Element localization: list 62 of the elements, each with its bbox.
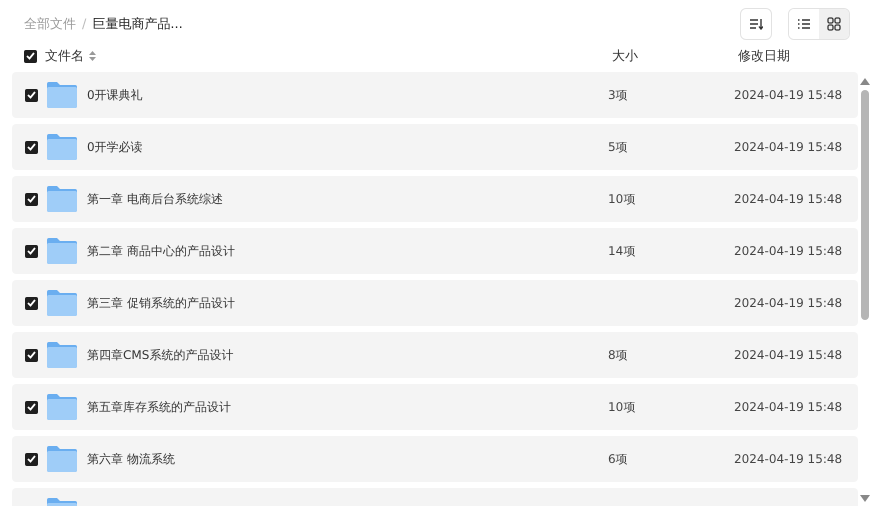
file-name[interactable]: 0开课典礼 xyxy=(87,86,143,104)
grid-view-icon xyxy=(827,17,841,31)
checkbox[interactable] xyxy=(25,400,38,414)
folder-icon xyxy=(47,446,77,472)
file-name[interactable]: 第三章 促销系统的产品设计 xyxy=(87,294,235,312)
checkbox[interactable] xyxy=(25,244,38,258)
scroll-down-icon[interactable] xyxy=(860,495,870,502)
modified-date: 2024-04-19 15:48 xyxy=(734,296,842,310)
file-row[interactable]: 第六章 物流系统 6项 2024-04-19 15:48 xyxy=(12,436,858,482)
folder-icon xyxy=(47,290,77,316)
file-row[interactable]: 0开课典礼 3项 2024-04-19 15:48 xyxy=(12,72,858,118)
file-row[interactable]: 第五章库存系统的产品设计 10项 2024-04-19 15:48 xyxy=(12,384,858,430)
modified-date: 2024-04-19 15:48 xyxy=(734,192,842,206)
folder-icon xyxy=(47,186,77,212)
file-size: 10项 xyxy=(608,192,636,206)
file-row[interactable]: 第二章 商品中心的产品设计 14项 2024-04-19 15:48 xyxy=(12,228,858,274)
file-row[interactable]: 第四章CMS系统的产品设计 8项 2024-04-19 15:48 xyxy=(12,332,858,378)
file-name[interactable]: 第五章库存系统的产品设计 xyxy=(87,398,231,416)
checkbox[interactable] xyxy=(25,348,38,362)
column-header[interactable]: 文件名 xyxy=(45,47,84,65)
list-view-icon xyxy=(797,18,811,30)
folder-icon xyxy=(47,82,77,108)
file-size: 8项 xyxy=(608,348,628,362)
file-name[interactable]: 第一章 电商后台系统综述 xyxy=(87,190,223,208)
checkbox[interactable] xyxy=(25,88,38,102)
modified-date: 2024-04-19 15:48 xyxy=(734,88,842,102)
folder-icon xyxy=(47,342,77,368)
file-size: 5项 xyxy=(608,140,628,154)
checkbox[interactable] xyxy=(25,452,38,466)
scroll-up-icon[interactable] xyxy=(860,78,870,85)
sort-button[interactable] xyxy=(740,8,772,40)
checkbox[interactable] xyxy=(25,296,38,310)
checkbox[interactable] xyxy=(24,50,37,62)
file-name[interactable]: 0开学必读 xyxy=(87,138,143,156)
sort-icon xyxy=(749,18,763,30)
breadcrumb-separator: / xyxy=(82,16,86,32)
folder-icon xyxy=(47,238,77,264)
column-header[interactable]: 大小 xyxy=(612,47,638,65)
sort-icon[interactable] xyxy=(89,51,96,61)
file-size: 6项 xyxy=(608,452,628,466)
folder-icon xyxy=(47,394,77,420)
checkbox[interactable] xyxy=(25,140,38,154)
folder-icon xyxy=(47,134,77,160)
breadcrumb-item[interactable]: 巨量电商产品... xyxy=(92,15,183,33)
modified-date: 2024-04-19 15:48 xyxy=(734,244,842,258)
checkbox[interactable] xyxy=(25,192,38,206)
modified-date: 2024-04-19 15:48 xyxy=(734,348,842,362)
scrollbar[interactable] xyxy=(860,78,870,502)
file-name[interactable]: 第四章CMS系统的产品设计 xyxy=(87,346,234,364)
column-header[interactable]: 修改日期 xyxy=(738,47,790,65)
file-size: 14项 xyxy=(608,244,636,258)
file-row[interactable]: 第一章 电商后台系统综述 10项 2024-04-19 15:48 xyxy=(12,176,858,222)
file-name[interactable]: 第六章 物流系统 xyxy=(87,450,175,468)
file-size: 10项 xyxy=(608,400,636,414)
modified-date: 2024-04-19 15:48 xyxy=(734,452,842,466)
file-name[interactable]: 第二章 商品中心的产品设计 xyxy=(87,242,235,260)
file-row[interactable]: 0开学必读 5项 2024-04-19 15:48 xyxy=(12,124,858,170)
file-row[interactable]: 第三章 促销系统的产品设计 2024-04-19 15:48 xyxy=(12,280,858,326)
modified-date: 2024-04-19 15:48 xyxy=(734,140,842,154)
grid-view-button[interactable] xyxy=(819,9,849,39)
modified-date: 2024-04-19 15:48 xyxy=(734,400,842,414)
file-size: 3项 xyxy=(608,88,628,102)
